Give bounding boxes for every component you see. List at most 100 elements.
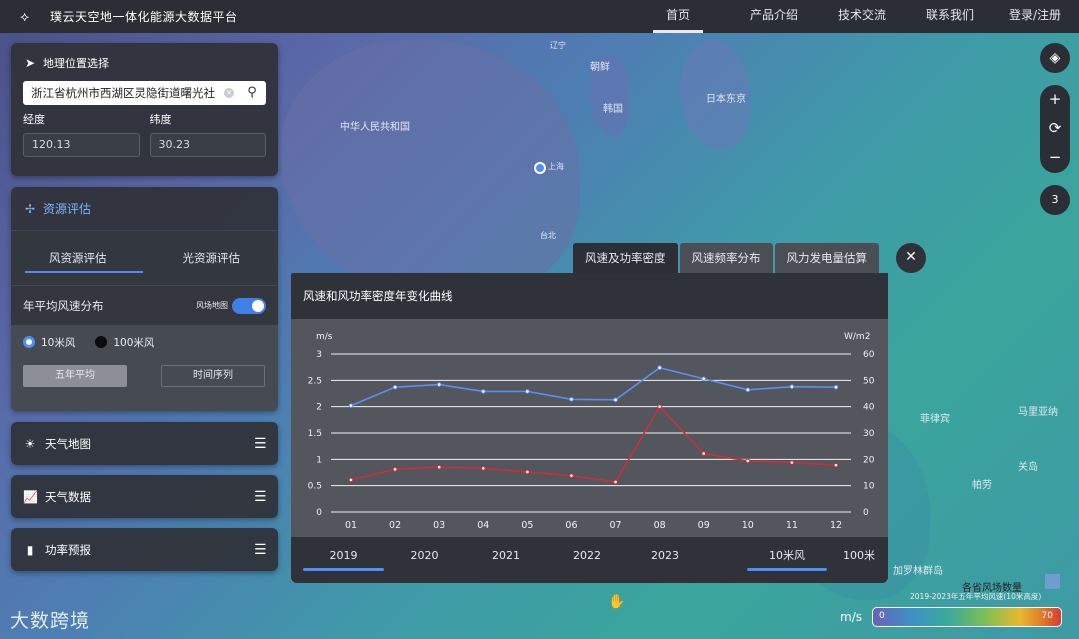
data-point xyxy=(701,376,707,382)
x-tick-label: 08 xyxy=(654,520,666,531)
rotate-icon[interactable]: ⟳ xyxy=(1040,114,1070,143)
color-legend: 0 70 xyxy=(872,607,1062,627)
data-point xyxy=(789,460,795,465)
series-line-0 xyxy=(350,366,837,407)
search-icon[interactable]: ⚲ xyxy=(242,83,262,103)
clear-icon[interactable]: ✕ xyxy=(224,88,234,98)
height-radios: 10米风 100米风 xyxy=(23,333,266,351)
x-tick-label: 01 xyxy=(345,520,357,531)
map-label-jilin: 辽宁 xyxy=(550,41,566,50)
year-2019[interactable]: 2019 xyxy=(291,537,396,583)
map-label-carolines: 加罗林群岛 xyxy=(893,566,943,577)
map-label-mariana: 马里亚纳 xyxy=(1018,407,1058,418)
menu-icon[interactable]: ☰ xyxy=(254,436,267,452)
y-right-tick-label: 40 xyxy=(863,403,875,413)
y-left-tick-label: 2.5 xyxy=(308,376,322,386)
radio-10m[interactable]: 10米风 xyxy=(23,335,75,350)
weather-map-label: 天气地图 xyxy=(45,436,91,451)
wind-chart: 00.511.522.530102030405060m/s W/m201 02 03 0… xyxy=(308,332,875,531)
location-title: 地理位置选择 xyxy=(43,57,109,70)
radio-100m-dot[interactable] xyxy=(95,336,108,348)
resource-header[interactable]: ✢ 资源评估 xyxy=(11,187,278,231)
radio-100m[interactable]: 100米风 xyxy=(95,335,154,350)
nav-login[interactable]: 登录/注册 xyxy=(1005,0,1065,33)
tab-speed-frequency[interactable]: 风速频率分布 xyxy=(679,243,773,273)
nav-home[interactable]: 首页 xyxy=(653,0,703,33)
legend-min: 0 xyxy=(879,611,885,621)
legend-max: 70 xyxy=(1041,611,1053,621)
chart-tabs: 风速及功率密度 风速频率分布 风力发电量估算 xyxy=(573,243,879,273)
zoom-in-icon[interactable]: + xyxy=(1040,85,1070,114)
wind-map-toggle[interactable] xyxy=(232,297,266,314)
data-point xyxy=(833,462,839,468)
resource-title: 资源评估 xyxy=(43,202,92,216)
latitude-group: 纬度 30.23 xyxy=(149,111,266,157)
year-2020[interactable]: 2020 xyxy=(396,537,453,583)
y-right-tick-label: 30 xyxy=(863,429,875,439)
height-10m[interactable]: 10米风 xyxy=(735,537,839,583)
menu-icon[interactable]: ☰ xyxy=(254,489,267,505)
data-point xyxy=(613,479,618,485)
data-point xyxy=(657,404,662,409)
resource-tabs: 风资源评估 光资源评估 xyxy=(11,231,278,285)
data-point xyxy=(613,397,618,403)
longitude-field[interactable]: 120.13 xyxy=(23,133,140,157)
close-icon[interactable]: ✕ xyxy=(896,243,926,273)
data-point xyxy=(569,396,574,402)
navigation-arrow-icon: ➤ xyxy=(24,56,36,70)
height-100m[interactable]: 100米风 xyxy=(839,537,879,583)
y-left-unit: m/s xyxy=(316,332,333,342)
data-point xyxy=(525,389,530,394)
longitude-group: 经度 120.13 xyxy=(23,111,140,157)
latitude-field[interactable]: 30.23 xyxy=(149,133,266,157)
layers-icon[interactable]: ◈ xyxy=(1040,43,1070,73)
nav-contact[interactable]: 联系我们 xyxy=(920,0,980,33)
map-label-taipei: 台北 xyxy=(540,231,556,240)
menu-icon[interactable]: ☰ xyxy=(254,542,267,558)
y-left-tick-label: 0.5 xyxy=(308,482,322,492)
nav-products[interactable]: 产品介绍 xyxy=(744,0,804,33)
zoom-out-icon[interactable]: − xyxy=(1040,143,1070,172)
address-search-input[interactable]: 浙江省杭州市西湖区灵隐街道曙光社 ✕ ⚲ xyxy=(23,81,266,105)
chart-panel: 风速和风功率密度年变化曲线 0 0.5 1 1.5 2 2.5 3 0 10 20 30 40 50 60… xyxy=(291,273,888,583)
radio-10m-label: 10米风 xyxy=(41,336,76,349)
time-series-button[interactable]: 时间序列 xyxy=(161,365,265,387)
radio-10m-dot[interactable] xyxy=(23,336,35,348)
map-label-korea-n: 朝鲜 xyxy=(590,62,610,73)
tab-speed-power-density[interactable]: 风速及功率密度 xyxy=(573,243,678,273)
mode-buttons: 五年平均 时间序列 xyxy=(23,365,266,387)
year-2022[interactable]: 2022 xyxy=(559,537,615,583)
x-tick-label: 07 xyxy=(609,520,621,531)
data-point xyxy=(436,464,442,470)
three-badge[interactable]: 3 xyxy=(1040,185,1070,215)
address-value[interactable]: 浙江省杭州市西湖区灵隐街道曙光社 xyxy=(31,85,224,101)
weather-data-panel[interactable]: 📈 天气数据 ☰ xyxy=(11,475,278,518)
brand-logo-icon: ⟡ xyxy=(20,8,30,25)
zoom-control: + ⟳ − xyxy=(1040,85,1070,173)
y-right-tick-label: 50 xyxy=(863,376,875,386)
nav-tech[interactable]: 技术交流 xyxy=(832,0,892,33)
resource-assessment-panel: ✢ 资源评估 风资源评估 光资源评估 年平均风速分布 风场地图 10米风 100… xyxy=(11,187,278,411)
x-tick-label: 09 xyxy=(698,520,710,531)
five-year-avg-button[interactable]: 五年平均 xyxy=(23,365,127,387)
tab-wind-assessment[interactable]: 风资源评估 xyxy=(11,231,145,285)
wind-map-toggle-label: 风场地图 xyxy=(196,301,228,310)
data-point xyxy=(569,473,574,478)
longitude-label: 经度 xyxy=(23,113,45,126)
weather-map-panel[interactable]: ☀ 天气地图 ☰ xyxy=(11,422,278,465)
year-2023[interactable]: 2023 xyxy=(615,537,715,583)
brand[interactable]: ⟡ 璞云天空地一体化能源大数据平台 xyxy=(0,8,238,25)
latitude-label: 纬度 xyxy=(149,113,172,126)
y-right-unit: W/m2 xyxy=(844,332,870,342)
tab-generation-estimate[interactable]: 风力发电量估算 xyxy=(774,243,879,273)
top-navigation-bar: ⟡ 璞云天空地一体化能源大数据平台 首页 产品介绍 技术交流 联系我们 登录/注… xyxy=(0,0,1079,33)
tab-solar-assessment[interactable]: 光资源评估 xyxy=(145,231,279,285)
chart-title: 风速和风功率密度年变化曲线 xyxy=(303,289,453,303)
data-point xyxy=(436,382,442,387)
radio-100m-label: 100米风 xyxy=(113,336,155,349)
x-tick-label: 04 xyxy=(477,520,489,531)
wind-turbine-icon: ✢ xyxy=(24,201,36,216)
power-forecast-panel[interactable]: ▮ 功率预报 ☰ xyxy=(11,528,278,571)
year-2021[interactable]: 2021 xyxy=(453,537,559,583)
location-marker[interactable] xyxy=(534,162,546,174)
